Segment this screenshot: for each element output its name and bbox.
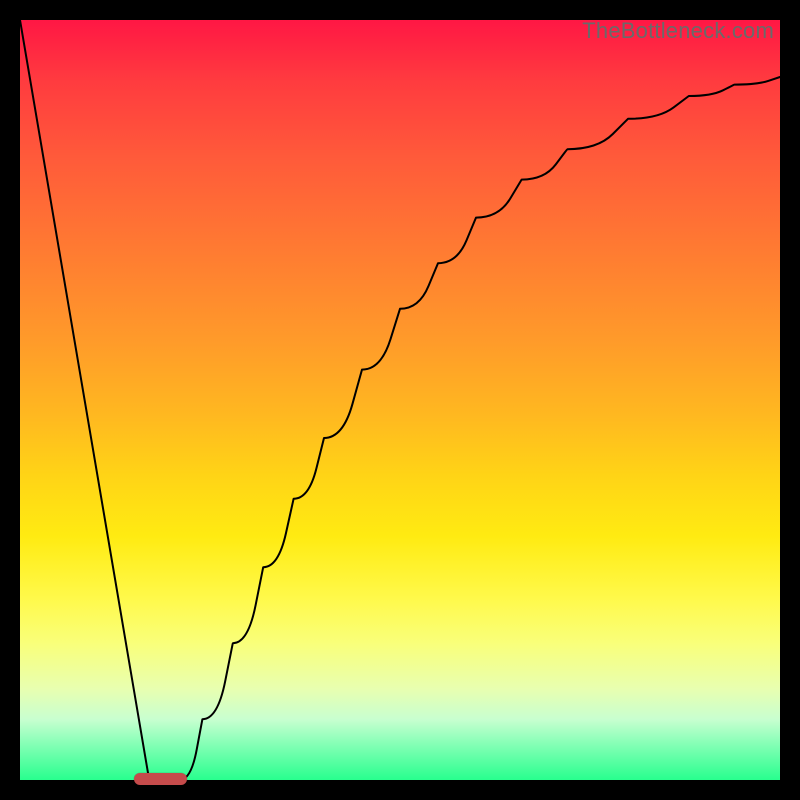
bottleneck-curve-right — [180, 77, 780, 780]
chart-frame: TheBottleneck.com — [0, 0, 800, 800]
optimal-marker — [134, 773, 187, 785]
plot-area: TheBottleneck.com — [20, 20, 780, 780]
curve-layer — [20, 20, 780, 780]
watermark-text: TheBottleneck.com — [582, 18, 774, 44]
bottleneck-curve-left — [20, 20, 149, 780]
